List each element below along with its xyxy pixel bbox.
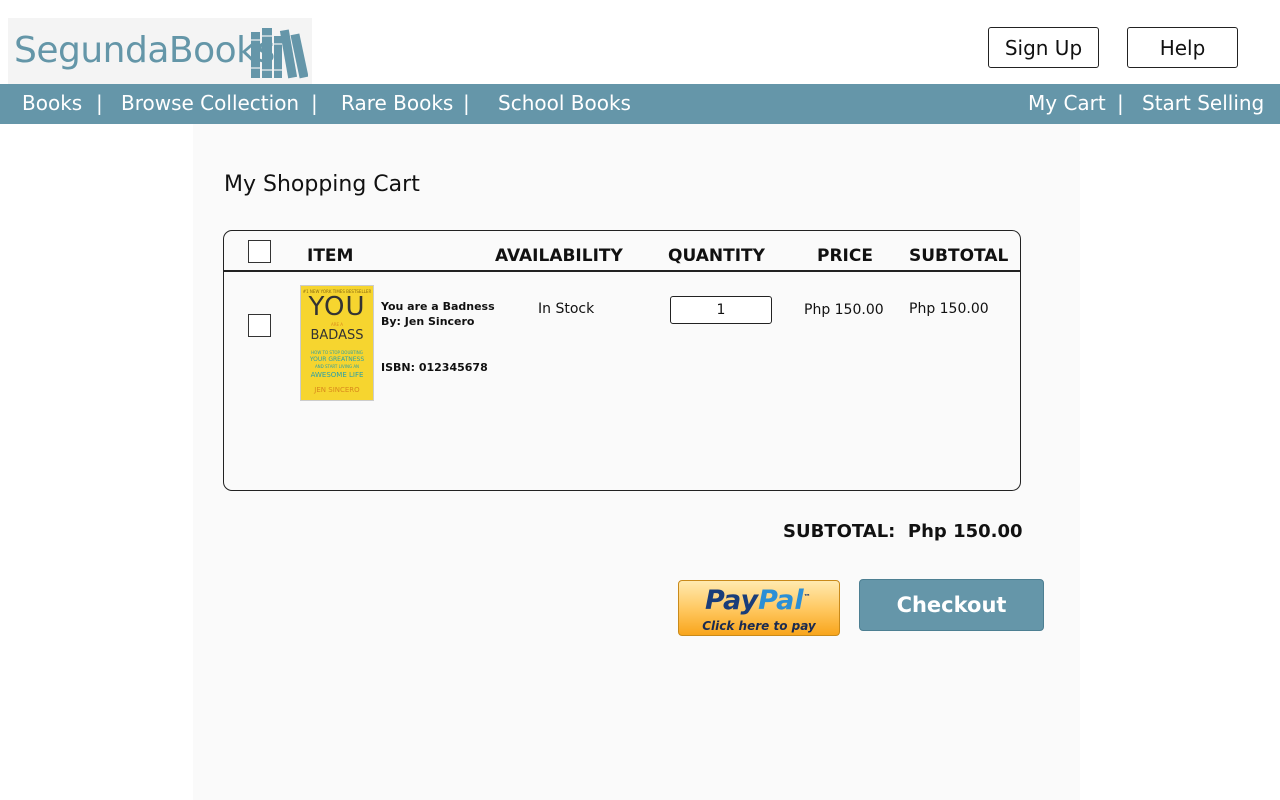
checkout-button[interactable]: Checkout [859, 579, 1044, 631]
paypal-logo-pay: Pay [705, 585, 759, 616]
column-header-item: ITEM [307, 246, 354, 266]
subtotal-value: Php 150.00 [907, 521, 1023, 542]
column-header-quantity: QUANTITY [668, 246, 765, 266]
nav-separator: | [96, 91, 103, 115]
site-logo[interactable]: SegundaBooks [8, 18, 312, 84]
cover-subtitle: HOW TO STOP DOUBTING [311, 350, 363, 355]
cover-title-are-a: ARE A [330, 322, 344, 327]
nav-browse-collection[interactable]: Browse Collection [121, 91, 299, 115]
paypal-logo: PayPal™ [705, 585, 811, 616]
books-icon [251, 28, 308, 79]
select-all-checkbox[interactable] [248, 240, 271, 263]
nav-separator: | [1117, 91, 1124, 115]
item-author: By: Jen Sincero [381, 315, 475, 328]
item-title[interactable]: You are a Badness [381, 300, 495, 313]
page-title: My Shopping Cart [224, 172, 420, 197]
paypal-button[interactable]: PayPal™ Click here to pay [678, 580, 840, 636]
header-divider [224, 270, 1020, 272]
subtotal-label: SUBTOTAL: [783, 521, 896, 542]
item-select-checkbox[interactable] [248, 314, 271, 337]
cover-subtitle: AND START LIVING AN [314, 364, 360, 369]
paypal-caption: Click here to pay [702, 619, 816, 633]
quantity-input[interactable] [670, 296, 772, 324]
column-header-subtotal: SUBTOTAL [909, 246, 1009, 266]
nav-books[interactable]: Books [22, 91, 82, 115]
item-subtotal: Php 150.00 [909, 301, 989, 317]
cart-table: ITEM AVAILABILITY QUANTITY PRICE SUBTOTA… [223, 230, 1021, 491]
book-cover-image[interactable]: #1 NEW YORK TIMES BESTSELLER YOU ARE A B… [300, 285, 374, 401]
help-button[interactable]: Help [1127, 27, 1238, 68]
nav-separator: | [311, 91, 318, 115]
nav-rare-books[interactable]: Rare Books [341, 91, 453, 115]
cart-subtotal: SUBTOTAL: Php 150.00 [783, 521, 1023, 542]
cover-author: JEN SINCERO [314, 386, 360, 394]
logo-text: SegundaBooks [14, 30, 275, 71]
paypal-logo-pal: Pal [758, 585, 804, 616]
main-nav: Books | Browse Collection | Rare Books |… [0, 84, 1280, 124]
site-header: SegundaBooks Sign Up Help [0, 0, 1280, 84]
nav-start-selling[interactable]: Start Selling [1142, 91, 1264, 115]
item-price: Php 150.00 [804, 302, 884, 318]
paypal-trademark: ™ [803, 593, 811, 601]
nav-school-books[interactable]: School Books [498, 91, 631, 115]
nav-separator: | [463, 91, 470, 115]
item-isbn: ISBN: 012345678 [381, 361, 488, 374]
column-header-price: PRICE [817, 246, 873, 266]
nav-my-cart[interactable]: My Cart [1028, 91, 1106, 115]
cover-subtitle: AWESOME LIFE [310, 371, 364, 379]
cover-title-badass: BADASS [310, 328, 364, 343]
cover-title-you: YOU [308, 292, 366, 322]
column-header-availability: AVAILABILITY [495, 246, 623, 266]
item-availability: In Stock [538, 301, 595, 317]
sign-up-button[interactable]: Sign Up [988, 27, 1099, 68]
cover-subtitle: YOUR GREATNESS [309, 356, 365, 363]
